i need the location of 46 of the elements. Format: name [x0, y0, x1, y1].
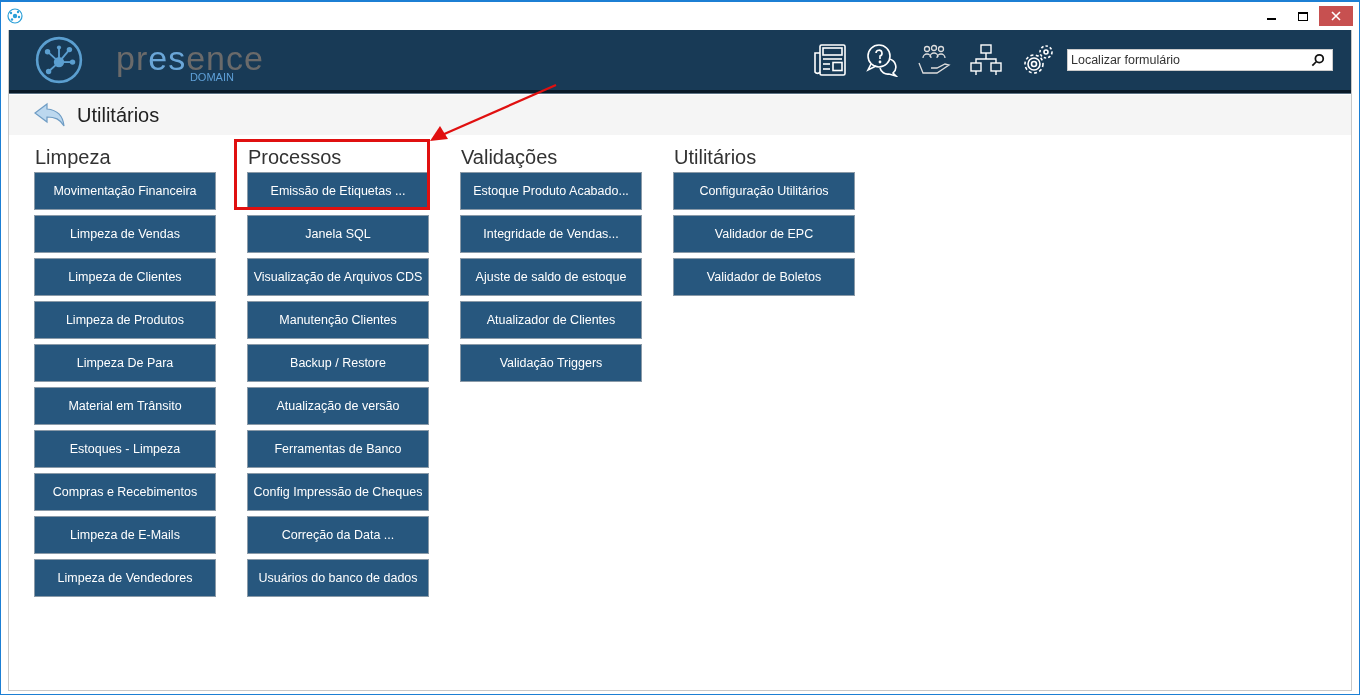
utility-button[interactable]: Validação Triggers: [460, 344, 642, 382]
utility-button[interactable]: Config Impressão de Cheques: [247, 473, 429, 511]
utility-button[interactable]: Limpeza de Produtos: [34, 301, 216, 339]
utility-button[interactable]: Limpeza de Clientes: [34, 258, 216, 296]
page-title: Utilitários: [77, 103, 160, 127]
people-on-hand-icon[interactable]: [917, 43, 951, 77]
utility-button[interactable]: Limpeza de Vendedores: [34, 559, 216, 597]
network-monitors-icon[interactable]: [969, 43, 1003, 77]
utility-button[interactable]: Usuários do banco de dados: [247, 559, 429, 597]
utility-button[interactable]: Visualização de Arquivos CDS: [247, 258, 429, 296]
section-heading: Utilitários: [674, 145, 758, 169]
network-logo-icon: [34, 35, 84, 85]
close-icon: [1331, 11, 1341, 21]
utility-button[interactable]: Limpeza De Para: [34, 344, 216, 382]
utility-button[interactable]: Estoque Produto Acabado...: [460, 172, 642, 210]
section-heading: Processos: [248, 145, 343, 169]
utility-button[interactable]: Material em Trânsito: [34, 387, 216, 425]
search-field[interactable]: Localizar formulário: [1067, 49, 1333, 71]
brand-subtitle: DOMAIN: [189, 72, 234, 83]
utility-button[interactable]: Correção da Data ...: [247, 516, 429, 554]
utility-button[interactable]: Emissão de Etiquetas ...: [247, 172, 429, 210]
close-button[interactable]: [1319, 6, 1353, 26]
utility-button[interactable]: Compras e Recebimentos: [34, 473, 216, 511]
settings-icon[interactable]: [1021, 43, 1055, 77]
utility-button[interactable]: Validador de Boletos: [673, 258, 855, 296]
utility-button[interactable]: Ajuste de saldo de estoque: [460, 258, 642, 296]
search-icon[interactable]: [1311, 53, 1325, 67]
utility-button[interactable]: Backup / Restore: [247, 344, 429, 382]
utility-button[interactable]: Validador de EPC: [673, 215, 855, 253]
utility-button[interactable]: Estoques - Limpeza: [34, 430, 216, 468]
newspaper-icon[interactable]: [813, 43, 847, 77]
back-arrow-icon[interactable]: [33, 102, 67, 128]
utility-button[interactable]: Movimentação Financeira: [34, 172, 216, 210]
utility-button[interactable]: Atualizador de Clientes: [460, 301, 642, 339]
utility-button[interactable]: Ferramentas de Banco: [247, 430, 429, 468]
utility-button[interactable]: Manutenção Clientes: [247, 301, 429, 339]
help-chat-icon[interactable]: [865, 43, 899, 77]
app-icon: [7, 8, 23, 24]
utility-button[interactable]: Janela SQL: [247, 215, 429, 253]
utility-button[interactable]: Atualização de versão: [247, 387, 429, 425]
utility-button[interactable]: Limpeza de Vendas: [34, 215, 216, 253]
section-heading: Validações: [461, 145, 559, 169]
utility-button[interactable]: Configuração Utilitários: [673, 172, 855, 210]
utility-button[interactable]: Limpeza de E-Mails: [34, 516, 216, 554]
section-heading: Limpeza: [35, 145, 112, 169]
utility-button[interactable]: Integridade de Vendas...: [460, 215, 642, 253]
